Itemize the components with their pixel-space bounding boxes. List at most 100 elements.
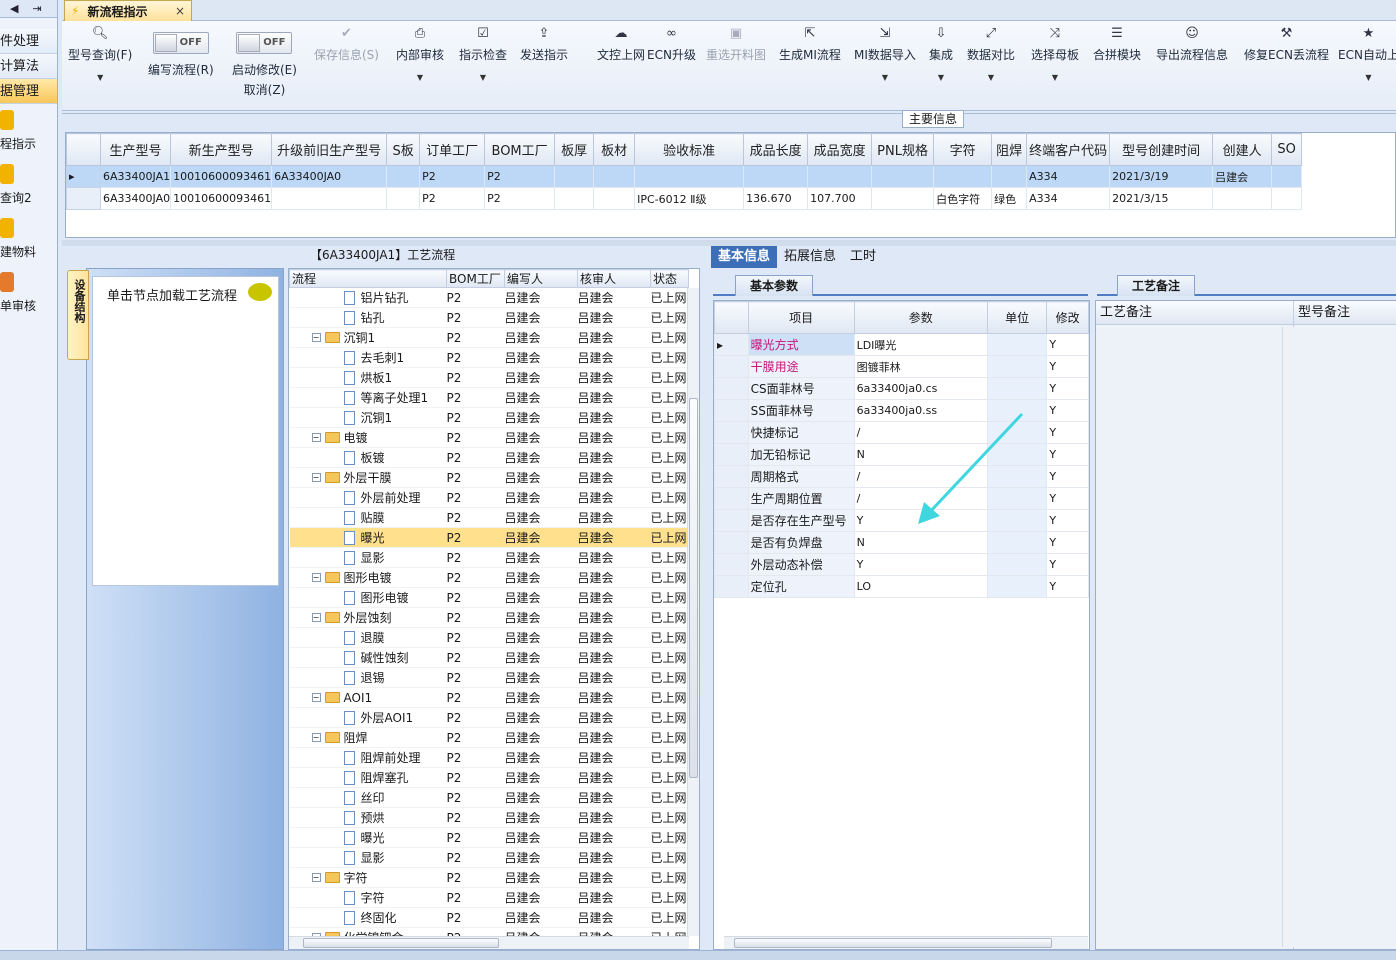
param-value[interactable]: 图镀菲林 (853, 355, 988, 378)
tree-node[interactable]: 图形电镀 (290, 588, 447, 607)
toolbar-button[interactable]: ⇪ 发送指示 (520, 25, 568, 63)
tree-node-cell[interactable]: 外层AOI1 (289, 707, 447, 728)
column-header[interactable]: BOM工厂 (484, 133, 556, 166)
tree-row[interactable]: 曝光 P2 吕建会 吕建会 已上网 (289, 827, 689, 848)
tree-row[interactable]: 去毛刺1 P2 吕建会 吕建会 已上网 (289, 347, 689, 368)
tree-row[interactable]: 预烘 P2 吕建会 吕建会 已上网 (289, 807, 689, 828)
table-cell[interactable] (991, 165, 1028, 188)
param-row[interactable]: CS面菲林号 6a33400ja0.cs Y (714, 377, 1089, 400)
param-row[interactable]: ▸ 曝光方式 LDI曝光 Y (714, 333, 1089, 356)
param-value[interactable]: 6a33400ja0.cs (853, 377, 988, 400)
tree-node-cell[interactable]: 丝印 (289, 787, 447, 808)
tree-node-cell[interactable]: 等离子处理1 (289, 387, 447, 408)
detail-tab[interactable]: 基本信息 (711, 246, 778, 268)
tree-node[interactable]: 字符 (290, 888, 447, 907)
table-cell[interactable] (634, 165, 745, 188)
collapse-toggle-icon[interactable]: − (311, 573, 321, 582)
dropdown-arrow-icon[interactable]: ▼ (459, 73, 507, 82)
collapse-toggle-icon[interactable]: − (311, 693, 321, 702)
column-header[interactable]: BOM工厂 (446, 269, 505, 288)
toolbar-button[interactable]: ⎙ 内部审核 ▼ (396, 25, 444, 82)
tree-node-cell[interactable]: 碱性蚀刻 (289, 647, 447, 668)
tree-node-cell[interactable]: − 字符 (289, 867, 447, 888)
table-cell[interactable] (807, 165, 873, 188)
dropdown-arrow-icon[interactable]: ▼ (68, 73, 132, 82)
tree-node-cell[interactable]: 字符 (289, 887, 447, 908)
tree-node-cell[interactable]: 板镀 (289, 447, 447, 468)
column-header[interactable]: 终端客户代码 (1026, 133, 1111, 166)
tree-row[interactable]: 沉铜1 P2 吕建会 吕建会 已上网 (289, 407, 689, 428)
tree-row[interactable]: 板镀 P2 吕建会 吕建会 已上网 (289, 447, 689, 468)
param-modify[interactable]: Y (1046, 553, 1089, 576)
tree-node[interactable]: − AOI1 (290, 688, 447, 707)
column-header[interactable]: 单位 (986, 301, 1048, 334)
tab-basic-params[interactable]: 基本参数 (735, 275, 814, 296)
toolbar-button[interactable]: ⚒ 修复ECN丢流程 (1244, 25, 1329, 63)
table-cell[interactable] (554, 165, 595, 188)
tree-row[interactable]: 贴膜 P2 吕建会 吕建会 已上网 (289, 507, 689, 528)
tree-node-cell[interactable]: 去毛刺1 (289, 347, 447, 368)
tree-node-cell[interactable]: 退锡 (289, 667, 447, 688)
table-cell[interactable]: 6A33400JA0 (99, 187, 172, 210)
toolbar-button[interactable]: ∞ ECN升级 (647, 25, 696, 63)
tree-node[interactable]: − 电镀 (290, 428, 447, 447)
nav-item[interactable]: 件处理 (0, 29, 57, 54)
table-cell[interactable]: 136.670 (743, 187, 809, 210)
tree-node[interactable]: 外层AOI1 (290, 708, 447, 727)
notes-scrollbar[interactable] (1282, 327, 1294, 947)
toolbar-button[interactable]: OFF 编写流程(R) (148, 32, 214, 78)
tab-new-flow[interactable]: ⚡ 新流程指示 × (64, 0, 192, 21)
tree-node[interactable]: 烘板1 (290, 368, 447, 387)
column-header[interactable]: 新生产型号 (170, 133, 273, 166)
process-note-column[interactable] (1096, 325, 1294, 949)
toolbar-button[interactable]: ⇩ 集成 ▼ (929, 25, 953, 82)
params-hscroll-thumb[interactable] (734, 938, 1052, 948)
tree-node[interactable]: 预烘 (290, 808, 447, 827)
dropdown-arrow-icon[interactable]: ▼ (854, 73, 916, 82)
toolbar-button[interactable]: ▣ 重选开料图 (706, 25, 766, 63)
tree-node-cell[interactable]: 退膜 (289, 627, 447, 648)
table-cell[interactable] (554, 187, 595, 210)
tree-row[interactable]: − 沉铜1 P2 吕建会 吕建会 已上网 (289, 327, 689, 348)
param-value[interactable]: N (853, 531, 988, 554)
tree-node[interactable]: 退锡 (290, 668, 447, 687)
dropdown-arrow-icon[interactable]: ▼ (1031, 73, 1079, 82)
tree-node[interactable]: 退膜 (290, 628, 447, 647)
tree-node[interactable]: − 外层蚀刻 (290, 608, 447, 627)
table-row[interactable]: 6A33400JA0 10010600093461 P2 P2 IPC-6012 Ⅱ级 1… (66, 187, 1303, 210)
tree-row[interactable]: − 图形电镀 P2 吕建会 吕建会 已上网 (289, 567, 689, 588)
tree-node[interactable]: 板镀 (290, 448, 447, 467)
tree-node-cell[interactable]: 预烘 (289, 807, 447, 828)
collapse-toggle-icon[interactable]: − (311, 873, 321, 882)
tree-node[interactable]: − 图形电镀 (290, 568, 447, 587)
toolbar-button[interactable]: 🔍︎ 型号查询(F) ▼ (68, 25, 132, 82)
tree-node[interactable]: 阻焊前处理 (290, 748, 447, 767)
tree-node[interactable]: − 字符 (290, 868, 447, 887)
table-cell[interactable]: 2021/3/15 (1109, 187, 1214, 210)
table-cell[interactable] (1212, 187, 1273, 210)
tree-node-cell[interactable]: 显影 (289, 847, 447, 868)
tree-node-cell[interactable]: 曝光 (289, 827, 447, 848)
tree-row[interactable]: − 字符 P2 吕建会 吕建会 已上网 (289, 867, 689, 888)
tree-node[interactable]: − 阻焊 (290, 728, 447, 747)
model-note-header[interactable]: 型号备注 (1294, 301, 1396, 325)
tree-node[interactable]: 曝光 (290, 528, 447, 547)
table-cell[interactable] (871, 165, 935, 188)
column-header[interactable]: 验收标准 (634, 133, 745, 166)
param-modify[interactable]: Y (1046, 333, 1089, 356)
param-value[interactable]: LO (853, 575, 988, 598)
tree-node[interactable]: 钻孔 (290, 308, 447, 327)
param-unit[interactable] (986, 553, 1048, 576)
tree-node-cell[interactable]: 外层前处理 (289, 487, 447, 508)
detail-tab[interactable]: 工时 (843, 246, 883, 268)
tree-node-cell[interactable]: 钻孔 (289, 307, 447, 328)
toolbar-button[interactable]: ⤨ 选择母板 ▼ (1031, 25, 1079, 82)
param-row[interactable]: 外层动态补偿 Y Y (714, 553, 1089, 576)
param-unit[interactable] (986, 333, 1048, 356)
param-row[interactable]: 是否有负焊盘 N Y (714, 531, 1089, 554)
nav-icon-item[interactable]: 单审核 (0, 266, 57, 320)
param-modify[interactable]: Y (1046, 465, 1089, 488)
tree-row[interactable]: 外层AOI1 P2 吕建会 吕建会 已上网 (289, 707, 689, 728)
tree-node-cell[interactable]: − 外层蚀刻 (289, 607, 447, 628)
tree-row[interactable]: 钻孔 P2 吕建会 吕建会 已上网 (289, 307, 689, 328)
